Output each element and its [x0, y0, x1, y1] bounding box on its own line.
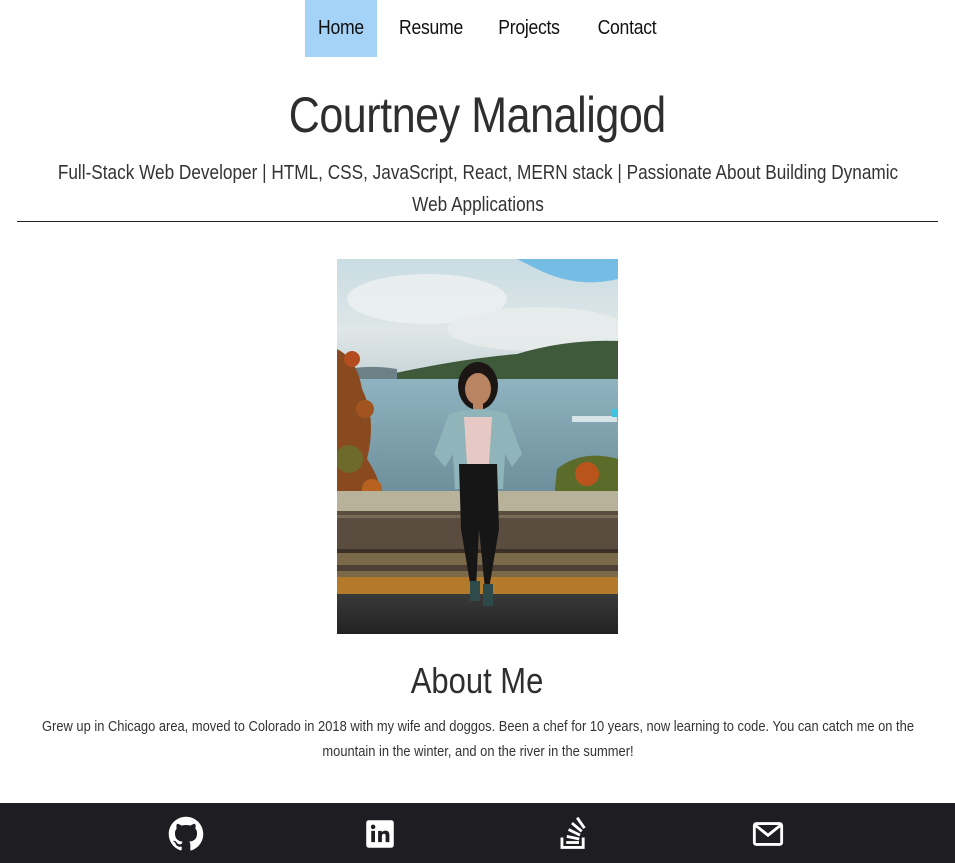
stack-overflow-link[interactable]	[555, 815, 593, 853]
footer	[0, 803, 955, 863]
tagline-text: Full-Stack Web Developer | HTML, CSS, Ja…	[57, 162, 899, 216]
page-title: Courtney Manaligod	[0, 84, 955, 146]
nav-resume-link[interactable]: Resume	[387, 0, 473, 57]
nav-links: Home Resume Projects Contact	[300, 0, 676, 57]
stack-overflow-icon	[560, 816, 586, 849]
mail-icon	[752, 822, 784, 846]
about-paragraph: Grew up in Chicago area, moved to Colora…	[30, 714, 925, 764]
linkedin-link[interactable]	[361, 815, 399, 853]
nav-contact-link[interactable]: Contact	[583, 0, 669, 57]
nav-home-link[interactable]: Home	[304, 0, 377, 57]
about-paragraph-text: Grew up in Chicago area, moved to Colora…	[41, 718, 914, 760]
main-nav: Home Resume Projects Contact	[0, 0, 955, 57]
nav-projects-link[interactable]: Projects	[485, 0, 571, 57]
tagline: Full-Stack Web Developer | HTML, CSS, Ja…	[40, 157, 915, 221]
github-icon	[168, 816, 204, 851]
header-divider	[17, 221, 938, 222]
profile-photo	[337, 259, 618, 634]
about-heading: About Me	[0, 657, 955, 705]
page-title-text: Courtney Manaligod	[288, 87, 667, 143]
github-link[interactable]	[167, 815, 205, 853]
about-heading-text: About Me	[411, 660, 544, 701]
email-link[interactable]	[749, 815, 787, 853]
linkedin-icon	[366, 820, 394, 848]
page: Home Resume Projects Contact Courtney Ma…	[0, 0, 955, 863]
